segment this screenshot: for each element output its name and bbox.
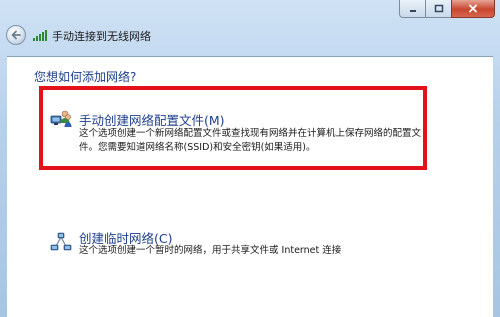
title-bar: 手动连接到无线网络 (0, 0, 500, 56)
close-button[interactable] (451, 0, 495, 18)
option-adhoc-network[interactable]: 创建临时网络(C) 这个选项创建一个暂时的网络，用于共享文件或 Internet… (7, 225, 493, 285)
back-arrow-icon (11, 30, 21, 40)
adhoc-network-icon (50, 232, 72, 251)
window-frame: 手动连接到无线网络 您想如何添加网络? 手动创建网络配置文件(M) 这个选项创建… (0, 0, 500, 317)
close-icon (469, 4, 477, 13)
back-button[interactable] (6, 25, 26, 45)
minimize-button[interactable] (399, 0, 425, 18)
minimize-icon (409, 10, 416, 12)
page-question: 您想如何添加网络? (34, 70, 137, 84)
maximize-icon (434, 4, 443, 13)
maximize-button[interactable] (425, 0, 451, 18)
option-adhoc-network-description: 这个选项创建一个暂时的网络，用于共享文件或 Internet 连接 (79, 244, 479, 258)
option-adhoc-network-description-line: 这个选项创建一个暂时的网络，用于共享文件或 Internet 连接 (79, 245, 342, 256)
window-controls (399, 0, 495, 19)
wifi-signal-icon (33, 30, 47, 41)
highlight-box (39, 86, 427, 170)
window-title: 手动连接到无线网络 (52, 30, 151, 43)
